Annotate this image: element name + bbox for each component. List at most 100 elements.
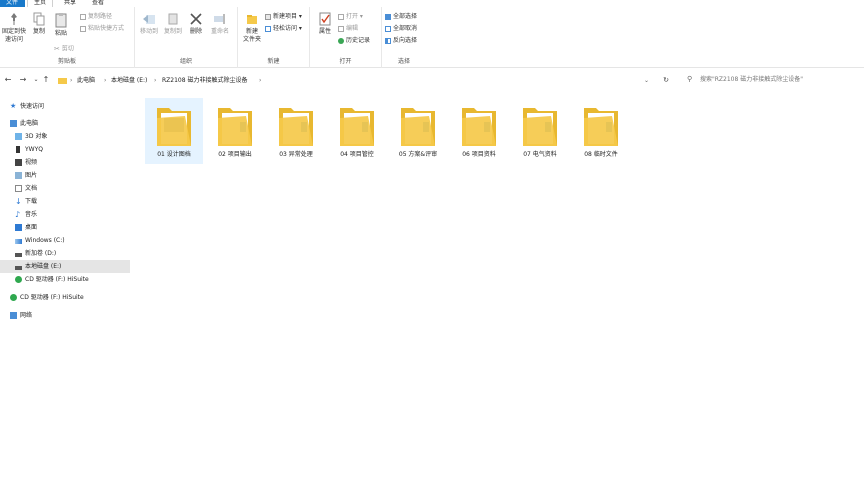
edit-button[interactable]: 编辑 [338, 24, 358, 34]
file-list: 01 设计图档 02 项目输出 03 异常处理 04 项目管控 05 方案&评审… [140, 96, 860, 486]
sidebar-item-documents[interactable]: 文档 [0, 182, 130, 195]
folder-item[interactable]: 01 设计图档 [145, 98, 203, 164]
new-item-icon [265, 13, 271, 20]
copy-icon [33, 12, 45, 26]
open-group-label: 打开 [339, 58, 352, 65]
invert-selection-button[interactable]: 反向选择 [385, 36, 417, 46]
sidebar-item-network[interactable]: 网络 [0, 309, 130, 322]
new-folder-icon [247, 15, 257, 24]
breadcrumb-drive-e[interactable]: 本地磁盘 (E:) [111, 76, 147, 86]
search-placeholder: 搜索"RZ2108 磁力非接触式除尘设备" [700, 76, 803, 83]
sidebar-item-desktop[interactable]: 桌面 [0, 221, 130, 234]
sidebar-item-this-pc[interactable]: 此电脑 [0, 117, 130, 130]
tab-view[interactable]: 查看 [86, 0, 110, 7]
folder-item[interactable]: 02 项目输出 [206, 98, 264, 164]
forward-button[interactable]: → [17, 74, 29, 86]
folder-icon [157, 108, 191, 146]
sidebar-item-quick-access[interactable]: ★ 快速访问 [0, 100, 130, 113]
address-row: ← → ⌄ ↑ › 此电脑 › 本地磁盘 (E:) › RZ2108 磁力非接触… [0, 69, 864, 91]
ribbon: 固定到快 速访问 复制 粘贴 复制路径 粘贴快捷方式 ✂ 剪切 剪贴板 移动到 复… [0, 7, 864, 68]
properties-check-icon [319, 12, 331, 26]
copy-path-icon [80, 13, 86, 20]
drive-icon [15, 239, 22, 244]
cut-button[interactable]: ✂ 剪切 [54, 44, 74, 54]
back-arrow-icon: ← [4, 75, 12, 84]
sidebar-item-label: CD 驱动器 (F:) HiSuite [20, 294, 84, 301]
delete-button[interactable]: 删除 [187, 12, 205, 36]
copy-path-button[interactable]: 复制路径 [80, 12, 112, 22]
clipboard-group-label: 剪贴板 [57, 58, 76, 65]
properties-button[interactable]: 属性 [315, 12, 335, 36]
new-item-button[interactable]: 新建项目 ▾ [265, 12, 302, 22]
folder-item[interactable]: 03 异常处理 [267, 98, 325, 164]
folder-item[interactable]: 06 项目资料 [450, 98, 508, 164]
delete-label: 删除 [189, 28, 202, 35]
tab-file[interactable]: 文件 [0, 0, 25, 7]
sidebar-item-cd-drive[interactable]: CD 驱动器 (F:) HiSuite [0, 273, 130, 286]
history-icon [338, 37, 344, 44]
sidebar-item-drive-d[interactable]: 新加卷 (D:) [0, 247, 130, 260]
breadcrumb-this-pc[interactable]: 此电脑 [77, 76, 95, 86]
tab-share[interactable]: 共享 [58, 0, 82, 7]
pin-label: 固定到快 速访问 [2, 28, 27, 43]
tab-home[interactable]: 主页 [27, 0, 54, 7]
up-button[interactable]: ↑ [40, 74, 52, 86]
select-all-button[interactable]: 全部选择 [385, 12, 417, 22]
sidebar-item-label: 3D 对象 [25, 133, 48, 140]
folder-item[interactable]: 04 项目管控 [328, 98, 386, 164]
easy-access-icon [265, 25, 271, 32]
folder-name: 04 项目管控 [340, 151, 374, 158]
folder-small-icon [58, 78, 67, 84]
sidebar-item-drive-c[interactable]: Windows (C:) [0, 234, 130, 247]
sidebar-item-label: 音乐 [25, 211, 38, 218]
refresh-button[interactable]: ↻ [660, 74, 672, 86]
sidebar-item-cd-drive-root[interactable]: CD 驱动器 (F:) HiSuite [0, 291, 130, 304]
history-button[interactable]: 历史记录 [338, 36, 370, 46]
sidebar-item-pictures[interactable]: 图片 [0, 169, 130, 182]
drive-icon [15, 266, 22, 270]
copy-to-label: 复制到 [163, 28, 182, 35]
sidebar-item-drive-e[interactable]: 本地磁盘 (E:) [0, 260, 130, 273]
sidebar-item-label: 下载 [25, 198, 38, 205]
sidebar-item-label: 桌面 [25, 224, 38, 231]
clipboard-group: 固定到快 速访问 复制 粘贴 复制路径 粘贴快捷方式 ✂ 剪切 剪贴板 [0, 7, 135, 68]
folder-icon [462, 108, 496, 146]
open-button[interactable]: 打开 ▾ [338, 12, 363, 22]
rename-button[interactable]: 重命名 [209, 12, 231, 36]
cd-icon [15, 276, 22, 283]
folder-name: 07 电气资料 [523, 151, 557, 158]
copy-path-label: 复制路径 [88, 13, 113, 20]
paste-shortcut-button[interactable]: 粘贴快捷方式 [80, 24, 124, 34]
new-folder-button[interactable]: 新建 文件夹 [241, 12, 263, 44]
new-item-label: 新建项目 [273, 13, 298, 20]
sidebar-item-ywyq[interactable]: YWYQ [0, 143, 130, 156]
document-icon [15, 185, 22, 192]
search-box[interactable]: ⚲ 搜索"RZ2108 磁力非接触式除尘设备" [680, 72, 860, 88]
picture-icon [15, 172, 22, 179]
sidebar-item-3d-objects[interactable]: 3D 对象 [0, 130, 130, 143]
sidebar-item-music[interactable]: ♪ 音乐 [0, 208, 130, 221]
cube-icon [15, 133, 22, 140]
open-icon [338, 13, 344, 20]
paste-button[interactable]: 粘贴 [52, 12, 70, 38]
organize-group: 移动到 复制到 删除 重命名 组织 [135, 7, 238, 68]
sidebar-item-videos[interactable]: 视频 [0, 156, 130, 169]
pin-quick-access-button[interactable]: 固定到快 速访问 [2, 12, 26, 44]
folder-item[interactable]: 05 方案&评审 [389, 98, 447, 164]
folder-item[interactable]: 07 电气资料 [511, 98, 569, 164]
sidebar-item-label: 网络 [20, 312, 33, 319]
address-bar[interactable]: › 此电脑 › 本地磁盘 (E:) › RZ2108 磁力非接触式除尘设备 › … [53, 72, 653, 88]
sidebar-item-downloads[interactable]: ↓ 下载 [0, 195, 130, 208]
move-to-button[interactable]: 移动到 [138, 12, 160, 36]
copy-to-button[interactable]: 复制到 [162, 12, 184, 36]
desktop-icon [15, 224, 22, 231]
back-button[interactable]: ← [2, 74, 14, 86]
copy-button[interactable]: 复制 [30, 12, 48, 36]
select-none-button[interactable]: 全部取消 [385, 24, 417, 34]
folder-name: 05 方案&评审 [398, 151, 438, 158]
select-all-label: 全部选择 [393, 13, 418, 20]
folder-item[interactable]: 08 临时文件 [572, 98, 630, 164]
breadcrumb-project-folder[interactable]: RZ2108 磁力非接触式除尘设备 [162, 76, 247, 86]
address-dropdown-icon[interactable]: ⌄ [644, 76, 649, 86]
easy-access-button[interactable]: 轻松访问 ▾ [265, 24, 302, 34]
